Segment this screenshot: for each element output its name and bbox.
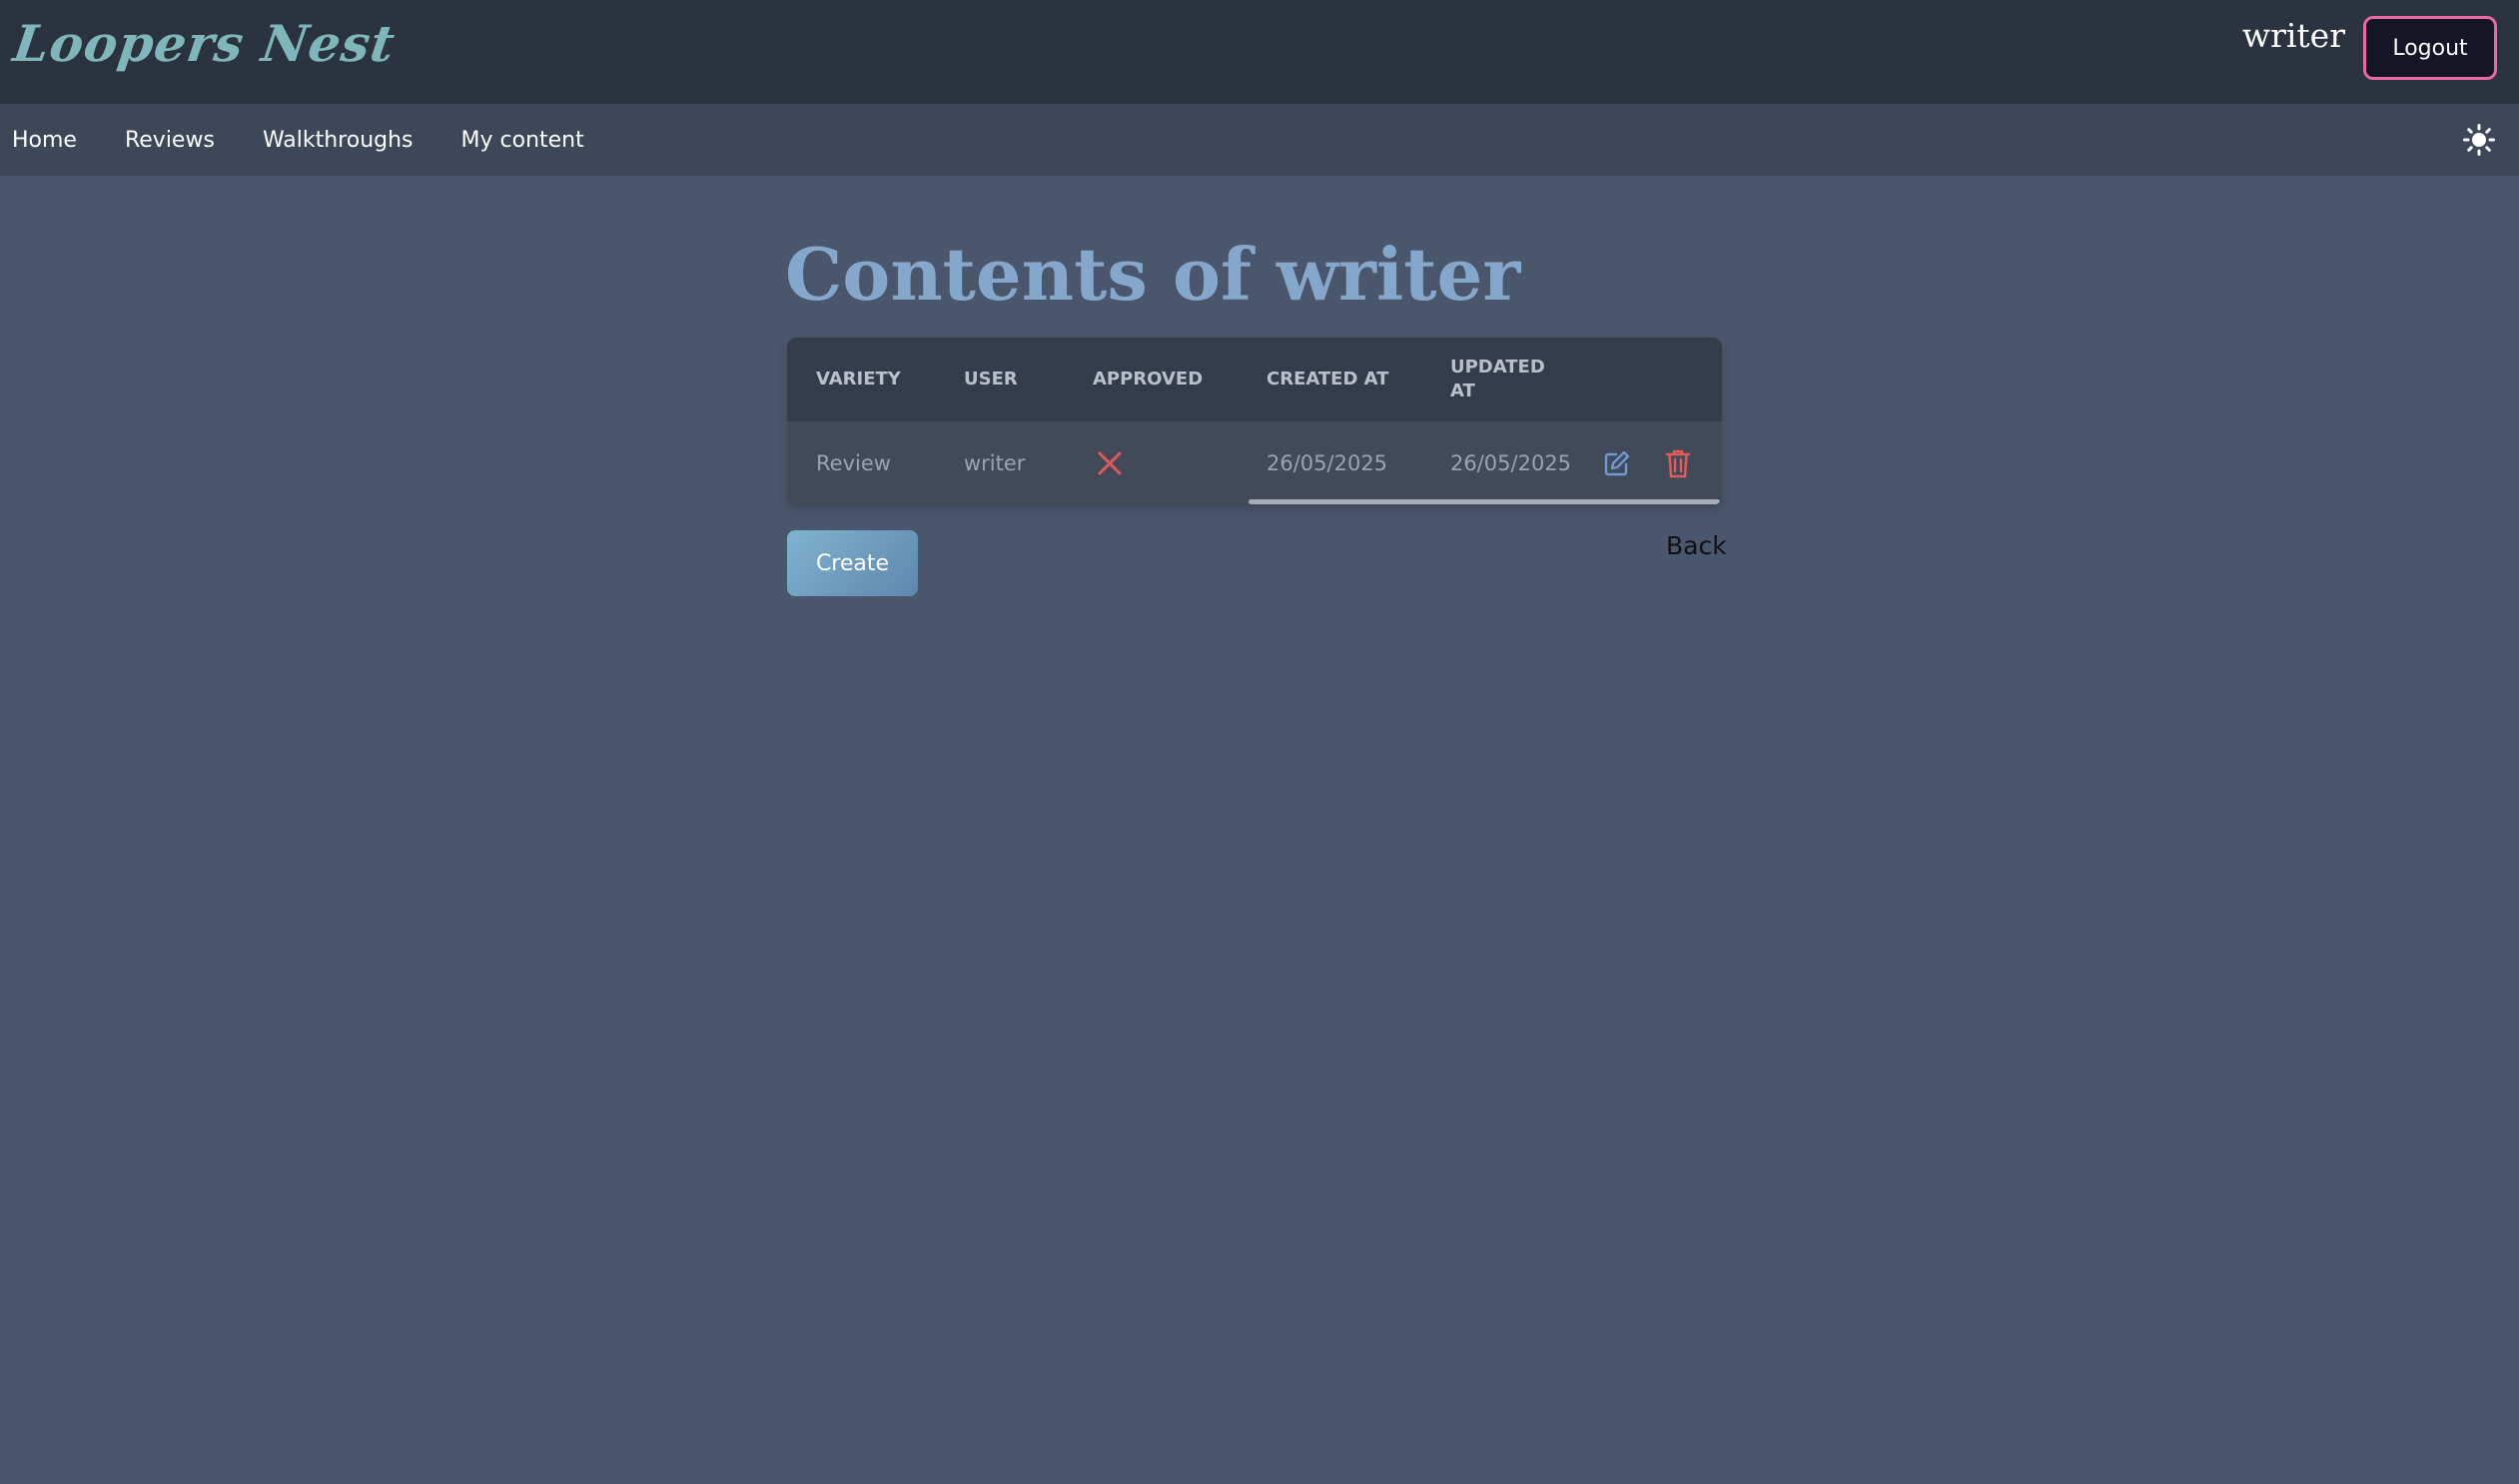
column-header-created-at: CREATED AT xyxy=(1266,369,1389,389)
column-header-user: USER xyxy=(964,369,1018,389)
cell-approved xyxy=(1097,421,1123,505)
column-header-approved: APPROVED xyxy=(1093,369,1204,389)
nav-item-walkthroughs[interactable]: Walkthroughs xyxy=(263,128,414,153)
column-header-updated-at: UPDATED AT xyxy=(1450,357,1545,401)
theme-toggle-button[interactable] xyxy=(2463,124,2495,156)
delete-button[interactable] xyxy=(1665,421,1691,505)
edit-icon xyxy=(1604,450,1630,476)
table-header: VARIETY USER APPROVED CREATED AT UPDATED… xyxy=(787,338,1722,421)
table-horizontal-scrollbar[interactable] xyxy=(1249,499,1720,504)
cell-user: writer xyxy=(964,451,1026,475)
page-title: Contents of writer xyxy=(785,232,1521,317)
table-row: Review writer 26/05/2025 26/05/2025 xyxy=(787,421,1722,505)
current-username: writer xyxy=(2241,16,2345,55)
x-icon xyxy=(1098,451,1122,475)
main-nav: Home Reviews Walkthroughs My content xyxy=(0,104,2519,176)
content-table: VARIETY USER APPROVED CREATED AT UPDATED… xyxy=(787,338,1722,505)
sun-icon xyxy=(2463,124,2495,156)
cell-variety: Review xyxy=(816,451,891,475)
back-link[interactable]: Back xyxy=(1666,531,1727,560)
trash-icon xyxy=(1665,449,1691,478)
cell-created-at: 26/05/2025 xyxy=(1266,451,1388,475)
site-logo[interactable]: Loopers Nest xyxy=(10,14,400,73)
nav-item-my-content[interactable]: My content xyxy=(461,128,584,153)
nav-item-reviews[interactable]: Reviews xyxy=(125,128,215,153)
nav-item-home[interactable]: Home xyxy=(12,128,77,153)
nav-links: Home Reviews Walkthroughs My content xyxy=(12,104,632,176)
create-button[interactable]: Create xyxy=(787,530,918,596)
column-header-variety: VARIETY xyxy=(816,369,901,389)
cell-updated-at: 26/05/2025 xyxy=(1450,451,1572,475)
edit-button[interactable] xyxy=(1603,421,1631,505)
logout-button[interactable]: Logout xyxy=(2363,16,2497,80)
top-header: Loopers Nest writer Logout xyxy=(0,0,2519,104)
